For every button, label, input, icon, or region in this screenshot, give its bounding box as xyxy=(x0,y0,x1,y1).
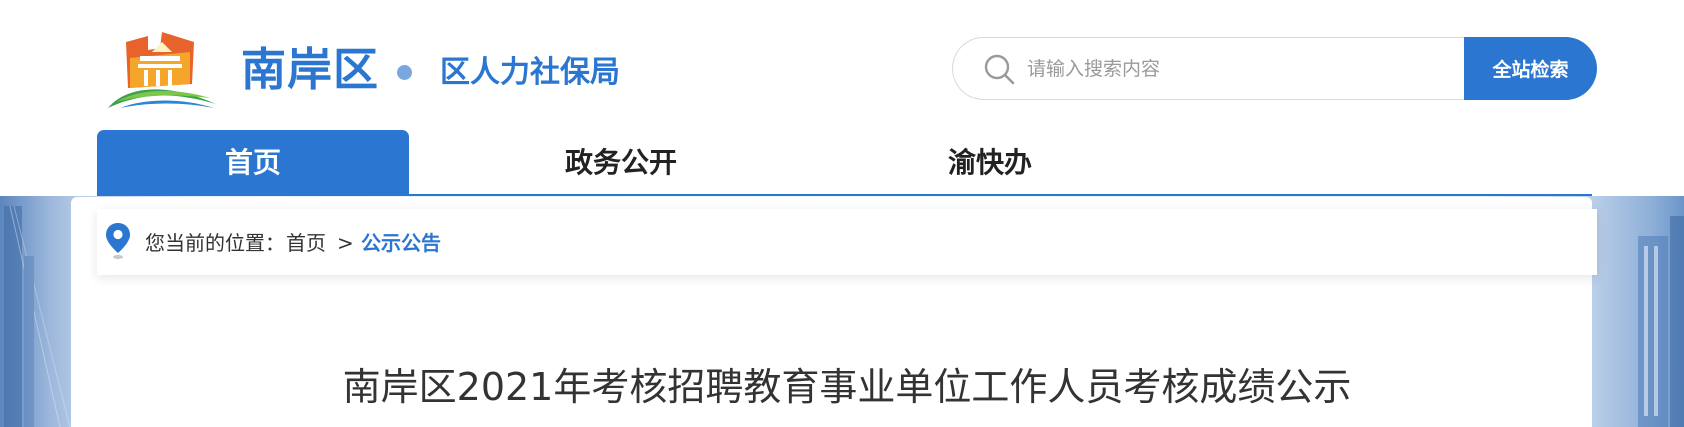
title-separator-dot xyxy=(397,65,412,80)
breadcrumb-separator: > xyxy=(337,231,354,255)
site-logo-icon[interactable] xyxy=(106,28,218,108)
nav-item-home[interactable]: 首页 xyxy=(97,130,409,195)
search-input[interactable] xyxy=(1027,48,1447,90)
location-pin-icon xyxy=(106,223,130,259)
nav-item-government-affairs[interactable]: 政务公开 xyxy=(465,130,777,195)
nav-item-yukuaiban[interactable]: 渝快办 xyxy=(834,130,1146,195)
skyline-right-decoration xyxy=(1638,216,1684,427)
skyline-left-decoration xyxy=(4,205,71,427)
site-name[interactable]: 南岸区 xyxy=(241,40,379,100)
site-search-button[interactable]: 全站检索 xyxy=(1464,37,1597,100)
breadcrumb: 您当前的位置： 首页 > 公示公告 xyxy=(97,209,1597,275)
breadcrumb-home-link[interactable]: 首页 xyxy=(286,230,326,256)
main-nav: 首页 政务公开 渝快办 xyxy=(0,130,1684,195)
breadcrumb-prefix: 您当前的位置： xyxy=(145,231,285,255)
breadcrumb-current[interactable]: 公示公告 xyxy=(361,230,441,256)
search-box xyxy=(952,37,1464,100)
article-title: 南岸区2021年考核招聘教育事业单位工作人员考核成绩公示 xyxy=(342,365,1352,409)
bureau-name[interactable]: 区人力社保局 xyxy=(440,53,620,93)
search-icon xyxy=(984,54,1015,85)
